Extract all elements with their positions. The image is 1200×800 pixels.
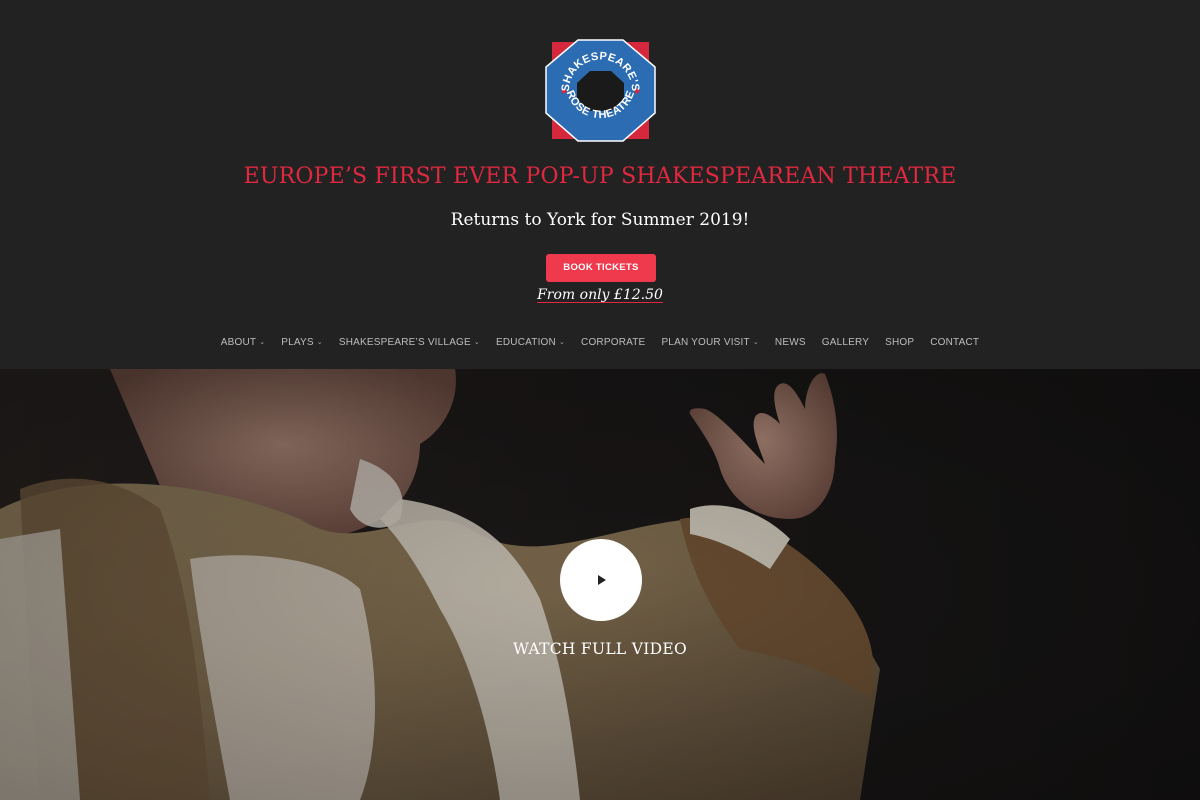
page-headline: EUROPE’S FIRST EVER POP-UP SHAKESPEAREAN… bbox=[243, 164, 957, 189]
nav-item-label: SHOP bbox=[885, 336, 915, 348]
chevron-down-icon: ⌄ bbox=[259, 339, 266, 346]
page-subheadline: Returns to York for Summer 2019! bbox=[450, 210, 750, 230]
chevron-down-icon: ⌄ bbox=[558, 339, 566, 346]
nav-item-shop[interactable]: SHOP bbox=[877, 334, 922, 350]
site-header: SHAKESPEARE'S ROSE THEATRE EUROPE’S FIRS… bbox=[0, 0, 1200, 369]
play-icon bbox=[598, 575, 606, 585]
chevron-down-icon: ⌄ bbox=[473, 339, 480, 346]
chevron-down-icon: ⌄ bbox=[752, 339, 759, 346]
nav-item-education[interactable]: EDUCATION ⌄ bbox=[488, 334, 573, 350]
watch-full-video-link[interactable]: WATCH FULL VIDEO bbox=[0, 640, 1200, 658]
nav-item-label: CORPORATE bbox=[581, 336, 646, 348]
nav-item-plan-your-visit[interactable]: PLAN YOUR VISIT ⌄ bbox=[653, 334, 766, 350]
rose-theatre-logo[interactable]: SHAKESPEARE'S ROSE THEATRE bbox=[544, 39, 657, 142]
price-text: From only £12.50 bbox=[537, 287, 663, 303]
main-navigation: ABOUT ⌄ PLAYS ⌄ SHAKESPEARE’S VILLAGE ⌄ … bbox=[0, 334, 1200, 350]
nav-item-gallery[interactable]: GALLERY bbox=[814, 334, 877, 350]
nav-item-label: NEWS bbox=[774, 336, 806, 348]
nav-item-news[interactable]: NEWS bbox=[767, 334, 814, 350]
play-video-button[interactable] bbox=[560, 539, 642, 621]
nav-item-plays[interactable]: PLAYS ⌄ bbox=[273, 334, 331, 350]
price-note: From only £12.50 bbox=[0, 287, 1200, 303]
nav-item-label: CONTACT bbox=[930, 336, 980, 348]
book-tickets-button[interactable]: BOOK TICKETS bbox=[546, 254, 656, 282]
nav-item-label: GALLERY bbox=[821, 336, 870, 348]
nav-item-shakespeares-village[interactable]: SHAKESPEARE’S VILLAGE ⌄ bbox=[331, 334, 488, 350]
nav-item-contact[interactable]: CONTACT bbox=[922, 334, 987, 350]
nav-item-about[interactable]: ABOUT ⌄ bbox=[213, 334, 274, 350]
chevron-down-icon: ⌄ bbox=[316, 339, 323, 346]
page: SHAKESPEARE'S ROSE THEATRE EUROPE’S FIRS… bbox=[0, 0, 1200, 800]
nav-item-corporate[interactable]: CORPORATE bbox=[573, 334, 653, 350]
nav-item-label: PLAN YOUR VISIT bbox=[661, 336, 750, 348]
nav-item-label: EDUCATION bbox=[496, 336, 556, 348]
nav-item-label: PLAYS bbox=[281, 336, 314, 348]
nav-item-label: ABOUT bbox=[220, 336, 257, 348]
nav-item-label: SHAKESPEARE’S VILLAGE bbox=[338, 336, 471, 348]
